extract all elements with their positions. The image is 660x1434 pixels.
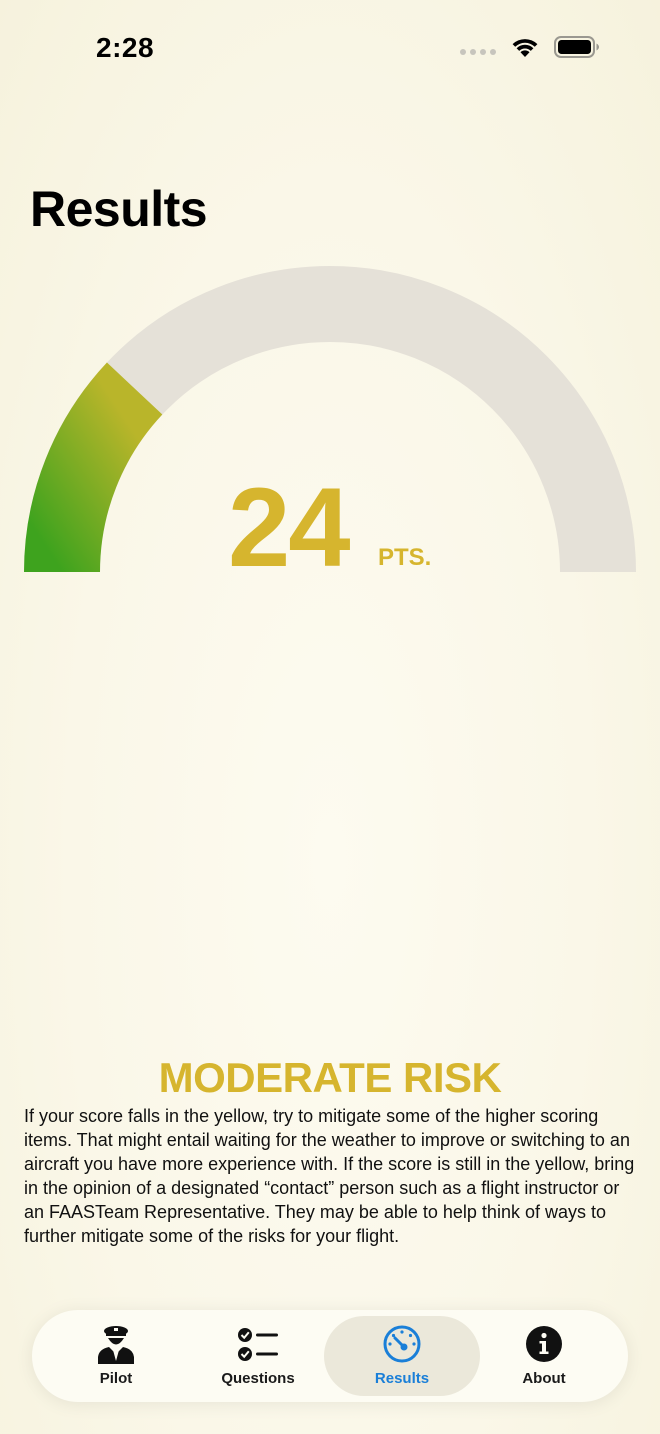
- status-bar: 2:28: [0, 0, 660, 100]
- page-title: Results: [30, 181, 208, 237]
- tab-label: Pilot: [99, 1370, 133, 1387]
- tab-results[interactable]: Results: [324, 1316, 480, 1396]
- tab-bar: Pilot Questions Results About: [32, 1310, 628, 1402]
- cellular-signal-icon: [460, 49, 496, 55]
- info-icon: [526, 1326, 562, 1362]
- risk-description: If your score falls in the yellow, try t…: [24, 1106, 635, 1246]
- tab-label: Questions: [221, 1370, 295, 1387]
- pilot-icon: [98, 1326, 134, 1364]
- tab-pilot[interactable]: Pilot: [38, 1316, 194, 1396]
- checklist-icon: [238, 1328, 278, 1361]
- score-unit: PTS.: [378, 544, 432, 571]
- status-time: 2:28: [96, 32, 155, 63]
- tab-label: About: [522, 1370, 566, 1387]
- tab-label: Results: [374, 1370, 430, 1387]
- tab-questions[interactable]: Questions: [180, 1316, 336, 1396]
- tab-about[interactable]: About: [466, 1316, 622, 1396]
- risk-level-title: MODERATE RISK: [158, 1054, 502, 1101]
- wifi-icon: [512, 39, 538, 57]
- score-value: 24: [228, 465, 351, 590]
- gauge-fill: [24, 362, 163, 573]
- gauge-icon: [383, 1325, 421, 1363]
- battery-icon: [554, 36, 599, 58]
